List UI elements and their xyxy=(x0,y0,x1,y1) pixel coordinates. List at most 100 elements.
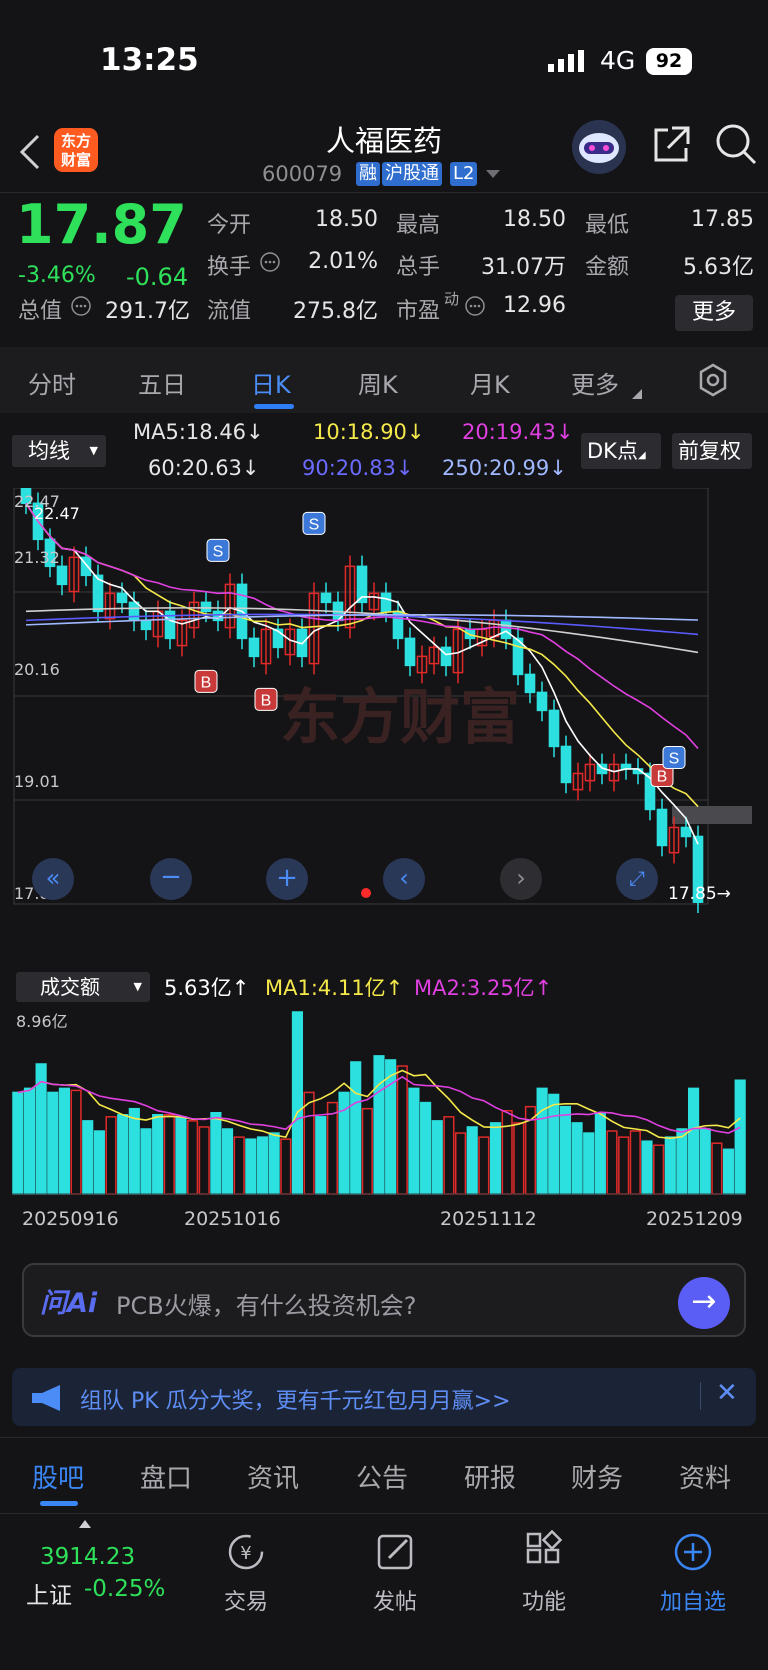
tab-research[interactable]: 研报 xyxy=(464,1458,516,1495)
add-watchlist-button[interactable]: 加自选 xyxy=(643,1530,743,1616)
tab-intraday[interactable]: 分时 xyxy=(28,365,76,400)
candle xyxy=(548,709,560,748)
tab-news[interactable]: 资讯 xyxy=(247,1458,299,1495)
tab-monthly-k[interactable]: 月K xyxy=(470,365,510,400)
volume-bar xyxy=(128,1107,140,1195)
date-label-1: 20250916 xyxy=(22,1208,119,1230)
zoom-out-button[interactable]: − xyxy=(150,858,192,900)
ma-line xyxy=(25,502,699,808)
ma20-value: 20:19.43↓ xyxy=(462,420,574,444)
pe-superscript: 动 xyxy=(444,290,460,308)
index-change: -0.25% xyxy=(84,1576,166,1602)
zoom-in-button[interactable]: + xyxy=(266,858,308,900)
volume-bar xyxy=(12,1091,24,1195)
volume-ma1: MA1:4.11亿↑ xyxy=(265,976,404,1000)
tab-more[interactable]: 更多 xyxy=(571,365,619,400)
close-icon[interactable]: ✕ xyxy=(716,1378,738,1408)
change-percent: -3.46% xyxy=(18,263,96,288)
robot-avatar-icon[interactable] xyxy=(570,118,628,176)
search-icon[interactable] xyxy=(714,122,758,166)
indicator-select[interactable]: 均线 ▼ xyxy=(12,435,106,467)
more-button[interactable]: 更多 xyxy=(675,295,753,331)
volume-bar xyxy=(443,1116,455,1195)
ai-prompt[interactable]: PCB火爆，有什么投资机会? xyxy=(116,1286,416,1321)
functions-label: 功能 xyxy=(521,1590,566,1615)
tab-announcements[interactable]: 公告 xyxy=(356,1458,408,1495)
adjust-select[interactable]: 前复权 xyxy=(672,433,752,469)
price-cursor-band xyxy=(672,806,752,824)
volume-value: 31.07万 xyxy=(481,255,566,280)
index-name[interactable]: 上证 xyxy=(26,1576,72,1610)
candle xyxy=(200,601,212,613)
volume-bar xyxy=(245,1138,257,1195)
candle xyxy=(116,592,128,604)
ai-ask-box[interactable]: 问Ai PCB火爆，有什么投资机会? → xyxy=(22,1263,746,1337)
rewind-button[interactable]: « xyxy=(32,858,74,900)
info-icon[interactable] xyxy=(70,295,92,317)
volume-bar xyxy=(687,1087,700,1195)
tag-margin: 融 xyxy=(356,162,380,186)
date-label-4: 20251209 xyxy=(646,1208,743,1230)
volume-bar xyxy=(373,1055,385,1195)
active-tab-indicator xyxy=(40,1501,78,1506)
gear-icon[interactable] xyxy=(696,363,730,397)
volume-bar xyxy=(256,1136,269,1195)
turnover-value: 2.01% xyxy=(308,249,378,274)
live-dot xyxy=(361,888,371,898)
candle xyxy=(404,637,416,667)
next-button[interactable]: › xyxy=(500,858,542,900)
post-button[interactable]: 发帖 xyxy=(345,1530,445,1616)
kline-chart[interactable]: 东方财富 BBSSBS 22.47 22.47 21.32 20.16 19.0… xyxy=(0,474,768,968)
volume-bar xyxy=(489,1122,502,1195)
volume-bar xyxy=(513,1122,525,1195)
tab-weekly-k[interactable]: 周K xyxy=(358,365,398,400)
share-icon[interactable] xyxy=(650,124,692,166)
chevron-down-icon[interactable] xyxy=(486,170,500,180)
volume-bar xyxy=(47,1091,59,1195)
tab-forum[interactable]: 股吧 xyxy=(32,1458,84,1495)
signal-marker-label: S xyxy=(669,750,680,767)
svg-text:¥: ¥ xyxy=(240,1543,251,1564)
volume-bar xyxy=(571,1122,583,1195)
signal-marker-label: B xyxy=(657,768,668,785)
y-label-4: 19.01 xyxy=(14,772,60,791)
dk-point-select[interactable]: DK点◢ xyxy=(581,433,661,469)
ma-legend: 均线 ▼ MA5:18.46↓ 10:18.90↓ 20:19.43↓ 60:20… xyxy=(0,418,768,488)
volume-bar xyxy=(454,1132,467,1195)
candle xyxy=(560,745,572,784)
tab-daily-k[interactable]: 日K xyxy=(251,365,291,400)
prev-button[interactable]: ‹ xyxy=(383,858,425,900)
candle xyxy=(536,691,548,712)
fullscreen-button[interactable]: ⤢ xyxy=(616,858,658,900)
volume-bar xyxy=(105,1116,117,1195)
volume-bar xyxy=(629,1130,641,1195)
tab-profile[interactable]: 资料 xyxy=(679,1458,731,1495)
signal-marker-label: S xyxy=(309,516,320,533)
index-value[interactable]: 3914.23 xyxy=(40,1544,135,1570)
info-icon[interactable] xyxy=(259,251,281,273)
tab-finance[interactable]: 财务 xyxy=(571,1458,623,1495)
send-arrow-icon[interactable]: → xyxy=(678,1277,730,1329)
banner-divider xyxy=(700,1382,701,1410)
volume-label: 总手 xyxy=(396,255,441,280)
volume-bar xyxy=(559,1105,571,1195)
high-label: 最高 xyxy=(396,213,441,238)
status-time: 13:25 xyxy=(100,42,199,78)
tab-five-day[interactable]: 五日 xyxy=(138,365,186,400)
volume-bar xyxy=(221,1128,234,1195)
functions-button[interactable]: 功能 xyxy=(494,1529,594,1616)
volume-bar xyxy=(641,1140,653,1195)
volume-bar xyxy=(501,1109,513,1195)
volume-bar xyxy=(163,1114,175,1195)
volume-indicator-select[interactable]: 成交额 ▼ xyxy=(16,972,150,1002)
volume-bar xyxy=(664,1136,676,1195)
tag-l2: L2 xyxy=(450,162,478,186)
active-tab-indicator xyxy=(254,404,294,409)
volume-bar xyxy=(303,1091,315,1195)
tab-handicap[interactable]: 盘口 xyxy=(140,1458,192,1495)
volume-chart[interactable]: 成交额 ▼ 5.63亿↑ MA1:4.11亿↑ MA2:3.25亿↑ 8.96亿 … xyxy=(0,968,768,1248)
volume-bar xyxy=(361,1107,373,1195)
trade-button[interactable]: ¥ 交易 xyxy=(196,1530,296,1616)
promo-banner[interactable]: 组队 PK 瓜分大奖，更有千元红包月月赢>> ✕ xyxy=(12,1368,756,1426)
volume-bar xyxy=(152,1114,164,1195)
